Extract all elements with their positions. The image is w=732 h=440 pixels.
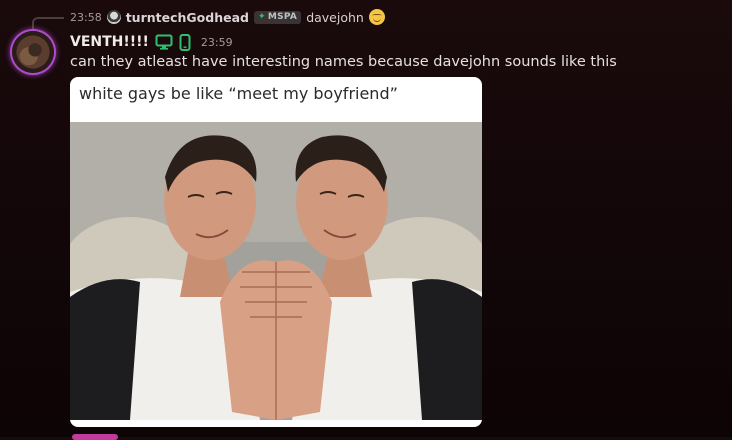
author-avatar[interactable]	[12, 31, 54, 73]
tag-icon: ✦	[257, 12, 266, 22]
message-time: 23:59	[200, 35, 233, 49]
reply-time: 23:58	[70, 10, 102, 24]
attachment-photo[interactable]	[70, 122, 482, 420]
reply-preview[interactable]: 23:58 turntechGodhead ✦ MSPA davejohn	[70, 8, 385, 26]
message-header: VENTH!!!! 23:59	[70, 32, 233, 52]
reply-content[interactable]: davejohn	[306, 10, 364, 25]
mobile-icon	[179, 33, 191, 51]
attachment-caption: white gays be like “meet my boyfriend”	[79, 84, 398, 103]
next-message-indicator	[72, 434, 118, 440]
reply-author[interactable]: turntechGodhead	[126, 10, 249, 25]
author-name[interactable]: VENTH!!!!	[70, 34, 149, 50]
desktop-icon	[155, 34, 173, 50]
reply-avatar[interactable]	[106, 10, 121, 24]
server-tag[interactable]: ✦ MSPA	[253, 10, 302, 24]
relieved-face-emoji-icon	[368, 9, 385, 25]
image-attachment[interactable]: white gays be like “meet my boyfriend”	[70, 77, 482, 427]
tag-label: MSPA	[267, 12, 298, 22]
message-text: can they atleast have interesting names …	[70, 54, 617, 70]
